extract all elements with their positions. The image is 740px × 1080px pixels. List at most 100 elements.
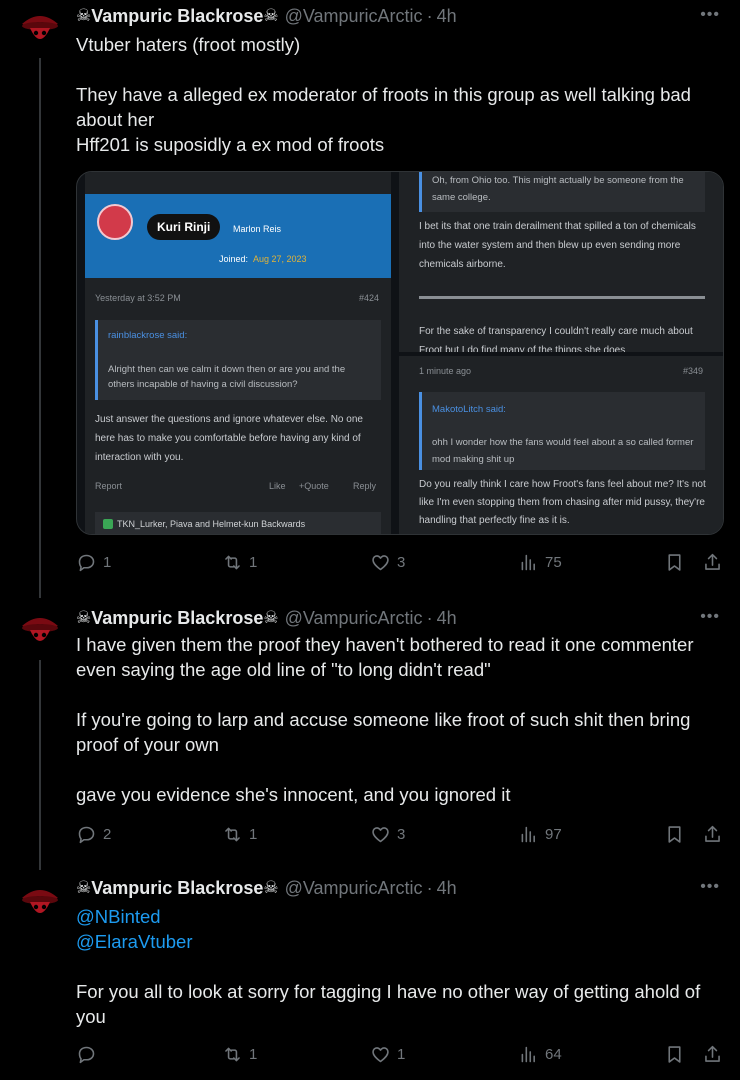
tweet-text: Vtuber haters (froot mostly) They have a… (76, 32, 726, 157)
tweet[interactable]: ☠ Vampuric Blackrose ☠ @VampuricArctic ·… (0, 0, 740, 590)
reply-button[interactable] (76, 1044, 103, 1065)
forum-reactions-text: TKN_Lurker, Piava and Helmet-kun Backwar… (117, 519, 306, 529)
share-button[interactable] (702, 1044, 723, 1065)
skull-icon: ☠ (263, 878, 279, 897)
forum-user-avatar (97, 204, 133, 240)
forum-joined-label: Joined: (219, 254, 249, 264)
tweet[interactable]: ☠ Vampuric Blackrose ☠ @VampuricArctic ·… (0, 602, 740, 860)
share-button[interactable] (702, 552, 723, 573)
separator-dot: · (426, 607, 433, 628)
like-button[interactable]: 1 (370, 1044, 405, 1065)
heart-icon (372, 827, 389, 843)
forum-quote-block: MakotoLitch said: ohh I wonder how the f… (419, 392, 705, 470)
view-count: 64 (545, 1046, 562, 1063)
forum-post-time: 1 minute ago (419, 366, 472, 376)
views-icon (521, 554, 535, 571)
tweet-header: ☠ Vampuric Blackrose ☠ @VampuricArctic ·… (76, 876, 457, 900)
tweet-text-line (76, 682, 726, 707)
display-name[interactable]: Vampuric Blackrose (91, 878, 263, 899)
tweet-actions: 1 1 3 75 (76, 552, 726, 576)
forum-quote-link: +Quote (299, 481, 329, 491)
bookmark-button[interactable] (664, 1044, 685, 1065)
forum-divider (419, 296, 705, 299)
handle[interactable]: @VampuricArctic (285, 608, 423, 629)
tweet-media-image[interactable]: Kuri Rinji Marlon Reis Joined: Aug 27, 2… (76, 171, 724, 535)
mention-link[interactable]: @NBinted (76, 904, 726, 929)
display-name[interactable]: Vampuric Blackrose (91, 6, 263, 27)
skull-icon: ☠ (76, 608, 92, 627)
display-name[interactable]: Vampuric Blackrose (91, 608, 263, 629)
avatar[interactable] (16, 4, 64, 52)
forum-post-top-right: Oh, from Ohio too. This might actually b… (399, 172, 723, 352)
timestamp[interactable]: 4h (437, 6, 457, 27)
heart-icon (372, 1047, 389, 1063)
skull-icon: ☠ (76, 878, 92, 897)
forum-quote-text: ohh I wonder how the fans would feel abo… (432, 437, 694, 465)
separator-dot: · (426, 5, 433, 26)
handle[interactable]: @VampuricArctic (285, 878, 423, 899)
forum-body-text: For the sake of transparency I couldn't … (419, 326, 693, 352)
timestamp[interactable]: 4h (437, 608, 457, 629)
forum-quote-author: rainblackrose said: (108, 330, 188, 341)
forum-post-number: #349 (683, 366, 704, 376)
tweet-text-line: I have given them the proof they haven't… (76, 634, 694, 680)
reply-icon (78, 826, 95, 844)
reply-count: 1 (103, 554, 112, 571)
views-button[interactable]: 75 (518, 552, 562, 573)
avatar-icon (16, 878, 64, 926)
tweet-text-line: Hff201 is suposidly a ex mod of froots (76, 134, 385, 155)
like-button[interactable]: 3 (370, 824, 405, 845)
tweet-text-line: For you all to look at sorry for tagging… (76, 981, 701, 1027)
skull-icon: ☠ (263, 608, 279, 627)
mention-link[interactable]: @ElaraVtuber (76, 929, 726, 954)
skull-icon: ☠ (263, 6, 279, 25)
forum-quote-author: MakotoLitch said: (432, 404, 506, 415)
repost-count: 1 (249, 554, 258, 571)
share-icon (705, 553, 720, 570)
handle[interactable]: @VampuricArctic (285, 6, 423, 27)
tweet-text-line: gave you evidence she's innocent, and yo… (76, 784, 511, 805)
views-button[interactable]: 64 (518, 1044, 562, 1065)
bookmark-button[interactable] (664, 824, 685, 845)
forum-body-text: Do you really think I care how Froot's f… (419, 479, 706, 526)
forum-user-banner (85, 194, 391, 278)
repost-icon (225, 827, 240, 842)
like-count: 3 (397, 554, 406, 571)
views-icon (521, 826, 535, 843)
reply-button[interactable]: 1 (76, 552, 111, 573)
forum-quote-text: Alright then can we calm it down then or… (108, 364, 346, 390)
forum-reply-link: Reply (353, 481, 377, 491)
timestamp[interactable]: 4h (437, 878, 457, 899)
more-options-icon[interactable]: ••• (700, 608, 720, 626)
more-options-icon[interactable]: ••• (700, 6, 720, 24)
repost-count: 1 (249, 826, 258, 843)
tweet-text-line: If you're going to larp and accuse someo… (76, 709, 691, 755)
check-icon (103, 519, 113, 529)
view-count: 97 (545, 826, 562, 843)
forum-like-link: Like (269, 481, 286, 491)
views-button[interactable]: 97 (518, 824, 562, 845)
forum-post-bottom-right: 1 minute ago #349 MakotoLitch said: ohh … (399, 356, 723, 534)
repost-button[interactable]: 1 (222, 824, 257, 845)
forum-body-text: I bet its that one train derailment that… (419, 221, 696, 270)
view-count: 75 (545, 554, 562, 571)
repost-button[interactable]: 1 (222, 1044, 257, 1065)
tweet[interactable]: ☠ Vampuric Blackrose ☠ @VampuricArctic ·… (0, 874, 740, 1080)
heart-icon (372, 555, 389, 571)
like-button[interactable]: 3 (370, 552, 405, 573)
reply-button[interactable]: 2 (76, 824, 111, 845)
separator-dot: · (426, 877, 433, 898)
bookmark-icon (668, 554, 681, 571)
tweet-actions: 2 1 3 97 (76, 824, 726, 848)
avatar[interactable] (16, 606, 64, 654)
bookmark-button[interactable] (664, 552, 685, 573)
repost-button[interactable]: 1 (222, 552, 257, 573)
forum-quote-block: rainblackrose said: Alright then can we … (95, 320, 381, 400)
more-options-icon[interactable]: ••• (700, 878, 720, 896)
share-button[interactable] (702, 824, 723, 845)
forum-quote-text: Oh, from Ohio too. This might actually b… (419, 172, 705, 212)
forum-post-time: Yesterday at 3:52 PM (95, 293, 181, 303)
reply-icon (78, 554, 95, 572)
avatar[interactable] (16, 878, 64, 926)
reply-count: 2 (103, 826, 112, 843)
